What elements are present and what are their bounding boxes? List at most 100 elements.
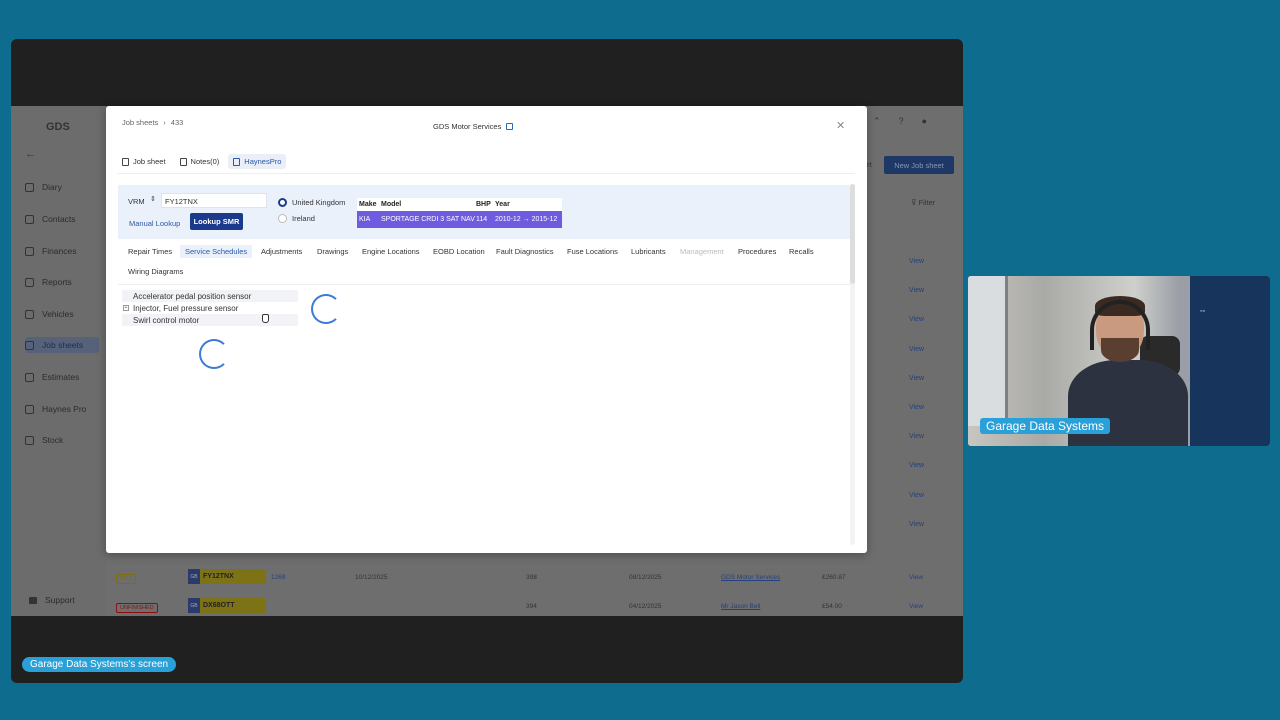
banner-logo-icon: ◦◦ — [1200, 308, 1205, 315]
cell-bhp: 114 — [476, 216, 488, 223]
expand-icon[interactable]: + — [123, 305, 129, 311]
sidebar-item-stock[interactable]: Stock — [25, 432, 99, 448]
radio-united-kingdom[interactable]: United Kingdom — [278, 198, 345, 207]
breadcrumb-job-sheets[interactable]: Job sheets — [122, 118, 158, 127]
tab-adjustments[interactable]: Adjustments — [256, 245, 307, 258]
vrm-type-select-icon[interactable]: ⇕ — [150, 195, 156, 203]
participant-name-tag: Garage Data Systems — [980, 418, 1111, 434]
view-link[interactable]: View — [909, 258, 924, 265]
gb-flag: GB — [188, 569, 200, 584]
modal-title-text: GDS Motor Services — [433, 122, 502, 131]
customer-link[interactable]: Mr Jason Bell — [721, 603, 760, 610]
sidebar: GDS ← Diary Contacts Finances Reports Ve… — [11, 106, 106, 616]
back-arrow-icon[interactable]: ← — [25, 148, 36, 160]
table-row[interactable]: UNFINISHED GB DX68OTT 394 04/12/2025 Mr J… — [111, 598, 923, 616]
contacts-icon — [25, 214, 34, 224]
tab-repair-times[interactable]: Repair Times — [123, 245, 177, 258]
screen-share-label: Garage Data Systems's screen — [22, 657, 177, 672]
view-link[interactable]: View — [909, 433, 924, 440]
sidebar-item-label: Job sheets — [42, 340, 84, 350]
job-sheet-modal: Job sheets › 433 GDS Motor Services ✕ Job … — [106, 106, 867, 553]
tree-item[interactable]: Accelerator pedal position sensor — [122, 290, 298, 302]
sort-label[interactable]: rt — [867, 160, 872, 169]
invoice-number[interactable]: 1269 — [271, 574, 285, 581]
vrm-label: VRM — [128, 197, 145, 206]
support-label: Support — [45, 595, 75, 605]
tab-fuse-locations[interactable]: Fuse Locations — [562, 245, 623, 258]
tab-fault-diagnostics[interactable]: Fault Diagnostics — [491, 245, 559, 258]
support-link[interactable]: Support — [29, 595, 75, 605]
app-logo: GDS — [46, 121, 70, 133]
view-link[interactable]: View — [909, 574, 923, 581]
tab-eobd-location[interactable]: EOBD Location — [428, 245, 490, 258]
view-link[interactable]: View — [909, 287, 924, 294]
vehicle-table-header: Make Model BHP Year — [357, 198, 562, 211]
vehicle-row-selected[interactable]: KIA SPORTAGE CRDI 3 SAT NAV 114 2010-12 … — [357, 211, 562, 228]
truck-icon — [233, 157, 241, 166]
sidebar-item-contacts[interactable]: Contacts — [25, 211, 99, 227]
row-date: 10/12/2025 — [355, 574, 388, 581]
loading-spinner — [199, 339, 229, 369]
radio-dot — [278, 198, 287, 207]
external-link-icon[interactable] — [506, 123, 514, 130]
manual-lookup-link[interactable]: Manual Lookup — [129, 219, 180, 228]
sidebar-item-label: Diary — [42, 182, 62, 192]
view-link[interactable]: View — [909, 521, 924, 528]
vrm-input[interactable]: FY12TNX — [161, 193, 267, 208]
cell-year: 2010-12 → 2015-12 — [495, 216, 558, 223]
chevron-icon[interactable]: ⌃ — [873, 116, 881, 127]
tree-item[interactable]: Swirl control motor — [122, 314, 298, 326]
view-link[interactable]: View — [909, 603, 923, 610]
tab-procedures[interactable]: Procedures — [733, 245, 781, 258]
filter-button[interactable]: ⊽ Filter — [911, 198, 935, 207]
tab-label: Job sheet — [133, 157, 166, 166]
breadcrumb: Job sheets › 433 — [122, 118, 183, 127]
close-icon[interactable]: ✕ — [836, 119, 845, 132]
tab-lubricants[interactable]: Lubricants — [626, 245, 671, 258]
lookup-smr-button[interactable]: Lookup SMR — [190, 213, 243, 230]
sidebar-item-vehicles[interactable]: Vehicles — [25, 306, 99, 322]
view-link[interactable]: View — [909, 404, 924, 411]
tree-item[interactable]: + Injector, Fuel pressure sensor — [122, 302, 298, 314]
view-link[interactable]: View — [909, 375, 924, 382]
sidebar-item-label: Vehicles — [42, 309, 74, 319]
scrollbar-thumb[interactable] — [850, 184, 855, 284]
sidebar-item-reports[interactable]: Reports — [25, 274, 99, 290]
sidebar-item-job-sheets[interactable]: Job sheets — [25, 337, 99, 353]
view-link[interactable]: View — [909, 346, 924, 353]
sidebar-item-estimates[interactable]: Estimates — [25, 369, 99, 385]
tab-notes[interactable]: Notes(0) — [175, 154, 225, 169]
tab-job-sheet[interactable]: Job sheet — [117, 154, 171, 169]
new-job-sheet-button[interactable]: New Job sheet — [884, 156, 954, 174]
sidebar-item-finances[interactable]: Finances — [25, 243, 99, 259]
view-link[interactable]: View — [909, 492, 924, 499]
tab-haynespro[interactable]: HaynesPro — [228, 154, 287, 169]
row-id: 398 — [526, 574, 537, 581]
reg-plate: GB DX68OTT — [188, 598, 266, 613]
sidebar-item-label: Reports — [42, 277, 72, 287]
modal-title: GDS Motor Services — [433, 122, 514, 131]
user-avatar[interactable]: ● — [922, 116, 927, 127]
table-row[interactable]: PAID GB FY12TNX 1269 10/12/2025 398 08/12… — [111, 569, 923, 587]
tab-engine-locations[interactable]: Engine Locations — [357, 245, 425, 258]
tab-service-schedules[interactable]: Service Schedules — [180, 245, 253, 258]
sidebar-item-diary[interactable]: Diary — [25, 179, 99, 195]
tab-wiring-diagrams[interactable]: Wiring Diagrams — [123, 265, 188, 278]
sidebar-item-haynes-pro[interactable]: Haynes Pro — [25, 401, 99, 417]
topbar-icons: ⌃ ? ● — [873, 116, 927, 127]
document-icon — [122, 157, 129, 166]
help-icon[interactable]: ? — [899, 116, 904, 127]
tab-drawings[interactable]: Drawings — [312, 245, 353, 258]
view-link[interactable]: View — [909, 316, 924, 323]
radio-ireland[interactable]: Ireland — [278, 214, 315, 223]
scrollbar[interactable] — [850, 184, 855, 545]
sidebar-item-label: Haynes Pro — [42, 404, 87, 414]
gds-app: GDS ← Diary Contacts Finances Reports Ve… — [11, 106, 963, 616]
header-make: Make — [359, 201, 377, 208]
row-due-date: 04/12/2025 — [629, 603, 662, 610]
customer-link[interactable]: GDS Motor Services — [721, 574, 780, 581]
tab-recalls[interactable]: Recalls — [784, 245, 819, 258]
radio-label: Ireland — [292, 214, 315, 223]
view-link[interactable]: View — [909, 462, 924, 469]
webcam-tile: ◦◦ Garage Data Systems — [968, 276, 1270, 446]
